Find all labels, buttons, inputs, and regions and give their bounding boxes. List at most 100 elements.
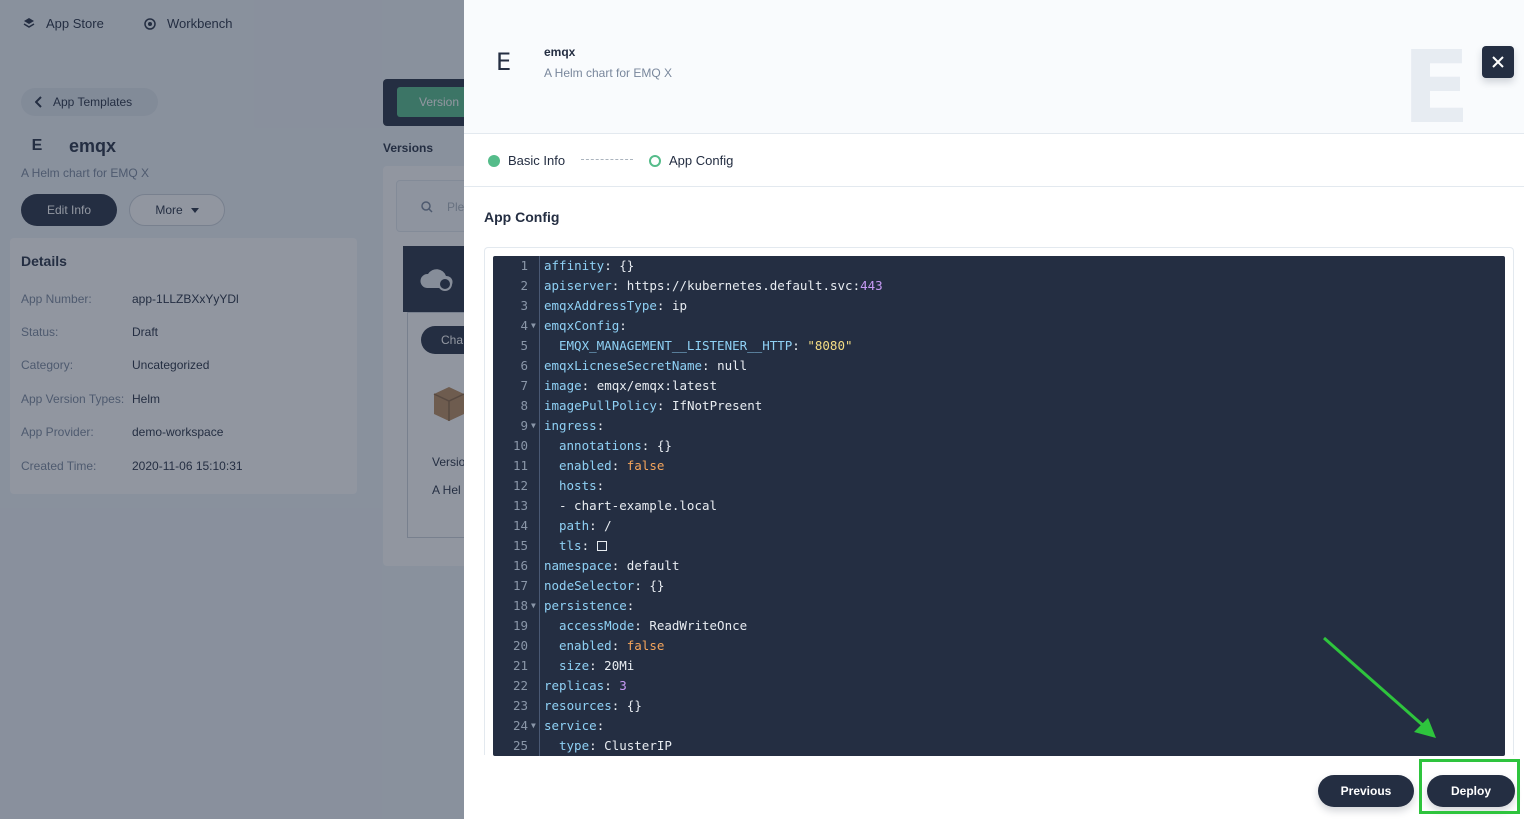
yaml-colon: : [596, 418, 605, 433]
code-line[interactable]: 16 namespace: default [493, 556, 1505, 576]
yaml-colon: : [626, 598, 635, 613]
yaml-key: type [559, 738, 590, 753]
line-number: 14 [512, 518, 528, 533]
code-line[interactable]: 10 annotations: {} [493, 436, 1505, 456]
line-number: 4 [520, 318, 528, 333]
modal-header: E emqx A Helm chart for EMQ X E [464, 0, 1524, 134]
code-text: namespace: default [544, 556, 679, 576]
yaml-value: "8080" [807, 338, 853, 353]
yaml-colon: : [581, 538, 590, 553]
yaml-key: namespace [544, 558, 612, 573]
line-number: 18 [512, 598, 528, 613]
yaml-value: default [626, 558, 680, 573]
code-line[interactable]: 9 ▼ ingress: [493, 416, 1505, 436]
yaml-colon: : [619, 318, 627, 333]
yaml-key: annotations [559, 438, 642, 453]
yaml-colon: : [589, 738, 597, 753]
yaml-key: enabled [559, 458, 612, 473]
empty-list-glyph [596, 541, 607, 551]
yaml-colon: : [634, 618, 642, 633]
yaml-key: path [559, 518, 590, 533]
yaml-key: replicas [544, 678, 605, 693]
yaml-colon: : [604, 258, 612, 273]
fold-toggle-icon[interactable]: ▼ [531, 596, 536, 616]
fold-toggle-icon[interactable]: ▼ [531, 316, 536, 336]
code-text: nodeSelector: {} [544, 576, 664, 596]
yaml-key: emqxConfig [544, 318, 620, 333]
code-line[interactable]: 13 - chart-example.local [493, 496, 1505, 516]
code-text: accessMode: ReadWriteOnce [559, 616, 747, 636]
line-number: 20 [512, 638, 528, 653]
yaml-value: {} [656, 438, 672, 453]
code-text: resources: {} [544, 696, 642, 716]
line-number: 8 [520, 398, 528, 413]
code-line[interactable]: 14 path: / [493, 516, 1505, 536]
code-line[interactable]: 15 tls: [493, 536, 1505, 556]
code-line[interactable]: 5 EMQX_MANAGEMENT__LISTENER__HTTP: "8080" [493, 336, 1505, 356]
line-number: 25 [512, 738, 528, 753]
line-number: 1 [520, 258, 528, 273]
code-line[interactable]: 8 imagePullPolicy: IfNotPresent [493, 396, 1505, 416]
yaml-colon: : [589, 518, 597, 533]
code-text: size: 20Mi [559, 656, 634, 676]
code-text: replicas: 3 [544, 676, 627, 696]
line-number: 11 [512, 458, 528, 473]
close-button[interactable] [1482, 46, 1514, 78]
code-text: enabled: false [559, 456, 664, 476]
code-text: service: [544, 716, 604, 736]
code-line[interactable]: 2 apiserver: https://kubernetes.default.s… [493, 276, 1505, 296]
yaml-colon: : [792, 338, 800, 353]
step-done-icon [488, 154, 500, 167]
code-line[interactable]: 18 ▼ persistence: [493, 596, 1505, 616]
yaml-key: accessMode [559, 618, 635, 633]
yaml-colon: : [589, 658, 597, 673]
step-connector [581, 159, 633, 160]
yaml-colon: : [634, 578, 642, 593]
step-current-icon [649, 154, 661, 167]
yaml-key: persistence [544, 598, 627, 613]
step-label: Basic Info [508, 153, 566, 168]
annotation-arrow-icon [1323, 636, 1436, 738]
fold-toggle-icon[interactable]: ▼ [531, 416, 536, 436]
code-text: affinity: {} [544, 256, 634, 276]
code-text: type: ClusterIP [559, 736, 672, 756]
line-number: 2 [520, 278, 528, 293]
code-line[interactable]: 1 affinity: {} [493, 256, 1505, 276]
code-line[interactable]: 11 enabled: false [493, 456, 1505, 476]
code-line[interactable]: 6 emqxLicneseSecretName: null [493, 356, 1505, 376]
code-text: image: emqx/emqx:latest [544, 376, 717, 396]
code-line[interactable]: 4 ▼ emqxConfig: [493, 316, 1505, 336]
step-basic-info[interactable]: Basic Info [488, 153, 565, 168]
line-number: 12 [512, 478, 528, 493]
yaml-value: {} [649, 578, 665, 593]
fold-toggle-icon[interactable]: ▼ [531, 716, 536, 736]
code-line[interactable]: 17 nodeSelector: {} [493, 576, 1505, 596]
line-number: 7 [520, 378, 528, 393]
yaml-colon: : [702, 358, 710, 373]
yaml-key: enabled [559, 638, 612, 653]
code-line[interactable]: 3 emqxAddressType: ip [493, 296, 1505, 316]
yaml-key: affinity [544, 258, 605, 273]
yaml-key: emqxLicneseSecretName [544, 358, 703, 373]
yaml-key: hosts [559, 478, 597, 493]
yaml-key: nodeSelector [544, 578, 635, 593]
code-text: tls: [559, 536, 607, 556]
yaml-key: resources [544, 698, 612, 713]
yaml-key: service [544, 718, 597, 733]
line-number: 15 [512, 538, 528, 553]
yaml-key: apiserver [544, 278, 612, 293]
code-line[interactable]: 7 image: emqx/emqx:latest [493, 376, 1505, 396]
close-icon [1492, 56, 1504, 68]
previous-button[interactable]: Previous [1318, 775, 1414, 807]
yaml-value: emqx/emqx:latest [596, 378, 718, 393]
line-number: 23 [512, 698, 528, 713]
yaml-value: false [626, 638, 665, 653]
step-app-config[interactable]: App Config [649, 153, 733, 168]
watermark-letter: E [1402, 29, 1471, 134]
yaml-value: false [626, 458, 665, 473]
yaml-key: imagePullPolicy [544, 398, 657, 413]
yaml-value: 20Mi [604, 658, 635, 673]
line-number: 17 [512, 578, 528, 593]
code-line[interactable]: 12 hosts: [493, 476, 1505, 496]
code-text: emqxAddressType: ip [544, 296, 687, 316]
